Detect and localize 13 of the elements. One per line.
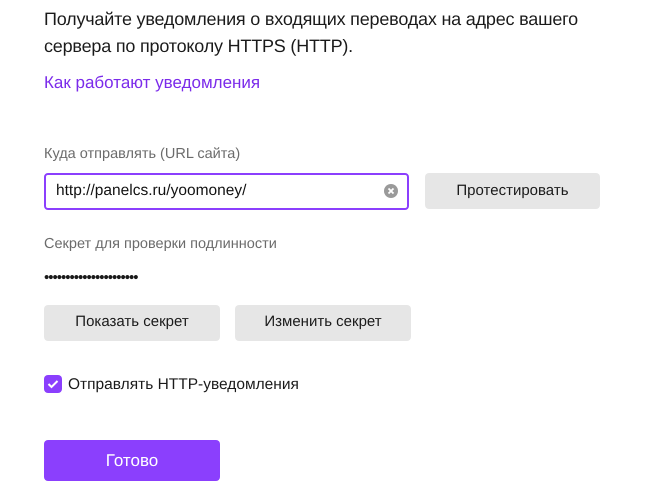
intro-text: Получайте уведомления о входящих переводах на адрес вашего сервера по протоколу HTTPS (HTTP).: [44, 8, 579, 58]
checkbox-label: Отправлять HTTP-уведомления: [68, 374, 299, 394]
field-label: Куда отправлять (URL сайта): [44, 145, 242, 164]
help-link[interactable]: Как работают уведомления: [44, 70, 260, 96]
clear-icon[interactable]: [384, 184, 398, 198]
checkbox[interactable]: [44, 375, 62, 394]
secret-value: ••••••••••••••••••••••: [44, 270, 139, 284]
field-label: Секрет для проверки подлинности: [44, 234, 278, 254]
done-button[interactable]: Готово: [44, 440, 220, 481]
show-secret-button[interactable]: Показать секрет: [44, 304, 220, 340]
url-field[interactable]: http://panelcs.ru/yoomoney/: [44, 172, 409, 210]
test-button[interactable]: Протестировать: [424, 173, 600, 210]
change-secret-button[interactable]: Изменить секрет: [235, 304, 411, 340]
